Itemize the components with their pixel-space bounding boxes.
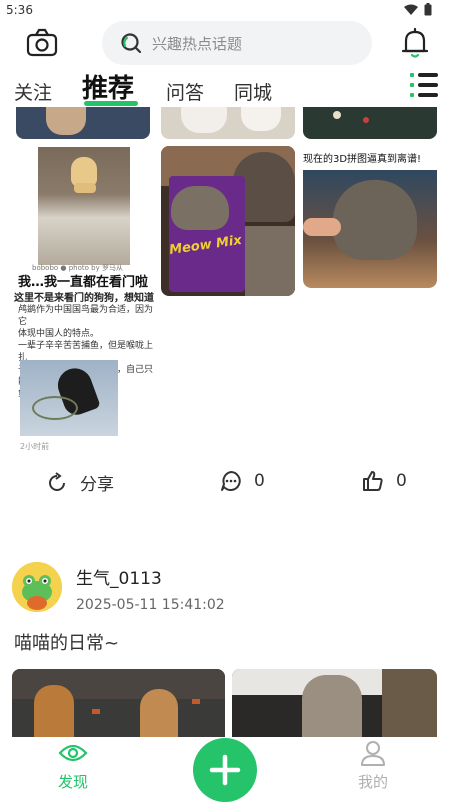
notification-bell-icon[interactable] [400, 27, 430, 59]
meme-subtitle: 这里不是来看门的狗狗，想知道它在 [14, 293, 154, 304]
share-label: 分享 [80, 475, 114, 495]
share-button[interactable]: 分享 [46, 470, 114, 495]
plus-icon [209, 754, 241, 786]
system-icons [404, 3, 432, 16]
feed-tabs: 关注 推荐 问答 同城 [0, 66, 450, 110]
puzzle-caption: 现在的3D拼图逼真到离谱! [303, 154, 422, 165]
comment-count: 0 [254, 471, 265, 491]
menu-list-icon[interactable] [410, 72, 438, 98]
create-post-button[interactable] [193, 738, 257, 802]
cormorant-image [20, 360, 118, 436]
post-actions: 分享 0 0 [0, 468, 450, 502]
feed-card-meme[interactable]: bobobo ● photo by 罗马从 我…我一直都在看门啦 这里不是来看门… [14, 145, 154, 455]
feed-image-partial[interactable] [16, 107, 150, 139]
like-button[interactable]: 0 [362, 470, 407, 492]
post-timestamp: 2025-05-11 15:41:02 [76, 597, 225, 613]
thumbs-up-icon [363, 471, 383, 491]
battery-icon [424, 3, 432, 16]
wifi-icon [404, 4, 418, 15]
search-input[interactable]: 兴趣热点话题 [102, 21, 372, 65]
frog-avatar-icon [12, 562, 62, 612]
status-time: 5:36 [6, 3, 33, 17]
nav-discover[interactable]: 发现 [58, 743, 88, 792]
active-tab-indicator [84, 101, 138, 106]
meme-time: 2小时前 [20, 442, 50, 451]
share-icon [49, 471, 65, 491]
post-username[interactable]: 生气_0113 [76, 564, 162, 589]
post-author[interactable]: 生气_0113 2025-05-11 15:41:02 [12, 560, 442, 620]
tab-recommended[interactable]: 推荐 [82, 68, 134, 105]
user-icon [361, 741, 385, 766]
feed-image-partial[interactable] [303, 107, 437, 139]
nav-mine[interactable]: 我的 [358, 739, 388, 792]
search-placeholder: 兴趣热点话题 [152, 34, 243, 53]
comment-icon [221, 471, 241, 491]
meme-title: 我…我一直都在看门啦 [18, 275, 149, 290]
eye-icon [58, 744, 88, 762]
post-text[interactable]: 喵喵的日常~ [14, 629, 119, 655]
like-count: 0 [396, 471, 407, 491]
status-bar: 5:36 [0, 0, 450, 22]
comment-button[interactable]: 0 [220, 470, 265, 492]
feed-card-puzzle[interactable]: 现在的3D拼图逼真到离谱! [303, 146, 437, 288]
feed-card-cat-food[interactable]: Meow Mix [161, 146, 295, 296]
feed-image-partial[interactable] [161, 107, 295, 139]
avatar[interactable] [12, 562, 62, 612]
search-icon [121, 33, 142, 54]
tab-following[interactable]: 关注 [14, 78, 52, 105]
dog-image [38, 147, 130, 265]
tab-qa[interactable]: 问答 [166, 78, 204, 105]
tab-local[interactable]: 同城 [234, 78, 272, 105]
nav-discover-label: 发现 [58, 773, 89, 791]
top-header: 兴趣热点话题 [0, 20, 450, 66]
nav-mine-label: 我的 [358, 773, 389, 791]
meme-body-line: 鸬鹚作为中国国鸟最为合适，因为它 [18, 305, 154, 327]
meme-body-line: 体现中国人的特点。 [18, 329, 100, 339]
camera-icon[interactable] [26, 28, 58, 58]
